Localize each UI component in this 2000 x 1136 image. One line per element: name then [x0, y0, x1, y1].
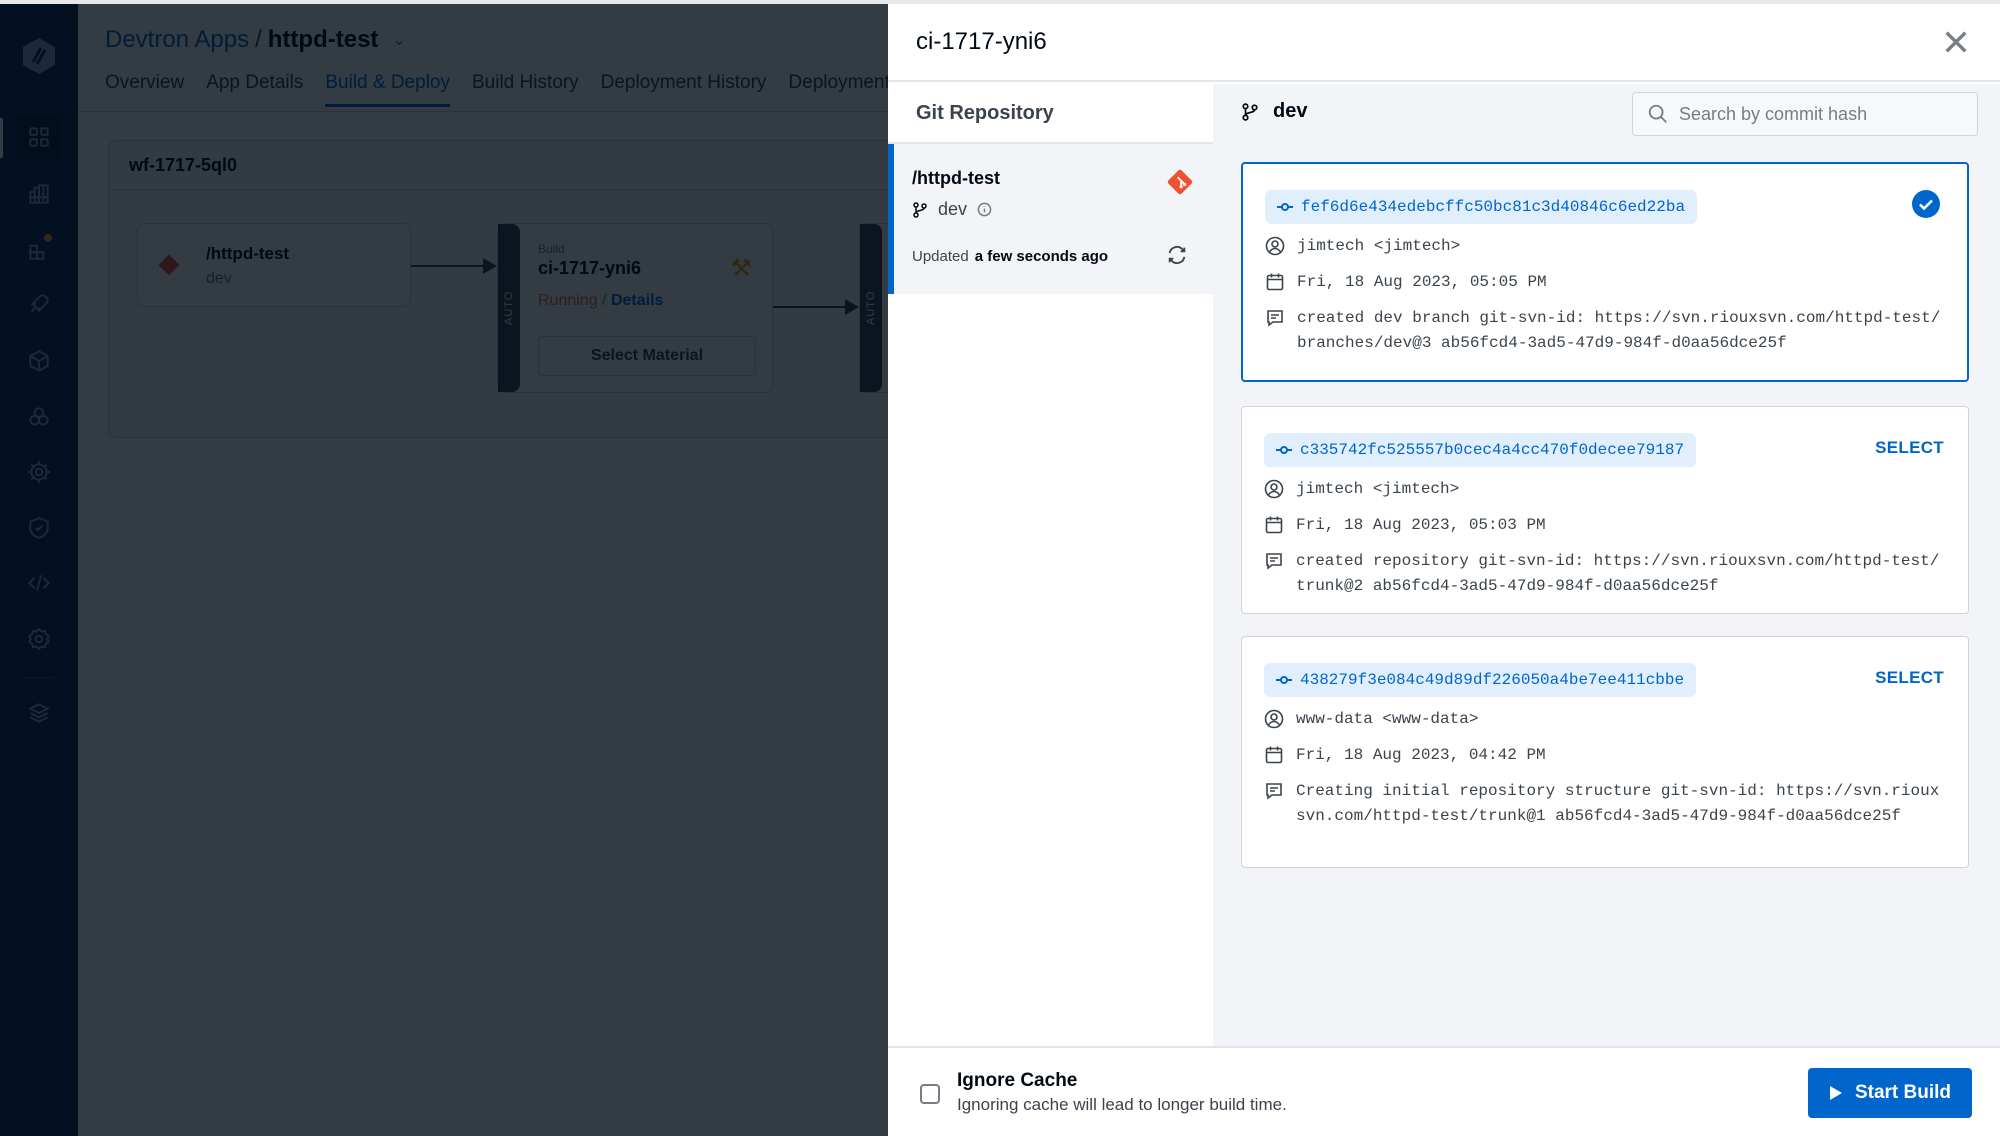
commit-card[interactable]: 438279f3e084c49d89df226050a4be7ee411cbbe… — [1241, 636, 1969, 868]
commit-message-row: created repository git-svn-id: https://s… — [1264, 549, 1946, 599]
ignore-cache-description: Ignoring cache will lead to longer build… — [957, 1095, 1287, 1114]
select-commit-button[interactable]: SELECT — [1875, 438, 1944, 458]
close-icon[interactable] — [1940, 26, 1972, 58]
commit-date: Fri, 18 Aug 2023, 05:05 PM — [1297, 273, 1547, 291]
user-icon — [1264, 709, 1284, 729]
commit-author: jimtech <jimtech> — [1296, 480, 1460, 498]
branch-icon — [1242, 102, 1258, 121]
start-build-label: Start Build — [1854, 1082, 1952, 1103]
commit-hash-badge[interactable]: fef6d6e434edebcffc50bc81c3d40846c6ed22ba — [1265, 190, 1698, 224]
selected-branch: dev — [1241, 100, 1307, 123]
message-icon — [1266, 783, 1282, 800]
calendar-icon — [1265, 746, 1283, 764]
commit-card[interactable]: fef6d6e434edebcffc50bc81c3d40846c6ed22ba… — [1241, 162, 1969, 382]
commit-icon — [1276, 676, 1292, 684]
message-icon — [1267, 310, 1283, 327]
commit-list-header: dev — [1213, 84, 2000, 142]
calendar-icon — [1265, 516, 1283, 534]
commit-author: jimtech <jimtech> — [1297, 237, 1461, 255]
message-icon — [1266, 553, 1282, 570]
play-icon — [1829, 1086, 1842, 1100]
selected-check-icon — [1912, 190, 1940, 218]
repo-branch-name: dev — [938, 199, 968, 219]
commit-search-box[interactable] — [1632, 92, 1978, 136]
search-icon — [1648, 104, 1667, 123]
commit-message-row: created dev branch git-svn-id: https://s… — [1265, 306, 1945, 356]
info-icon[interactable] — [977, 202, 992, 217]
git-logo-icon — [1167, 169, 1193, 195]
refresh-icon[interactable] — [1166, 244, 1188, 266]
commit-message: created repository git-svn-id: https://s… — [1296, 552, 1940, 595]
calendar-icon — [1266, 273, 1284, 291]
commit-date-row: Fri, 18 Aug 2023, 05:03 PM — [1264, 513, 1946, 538]
commit-hash: fef6d6e434edebcffc50bc81c3d40846c6ed22ba — [1301, 198, 1686, 216]
ignore-cache-label[interactable]: Ignore Cache — [957, 1070, 1077, 1092]
updated-value: a few seconds ago — [974, 248, 1109, 265]
commit-message: created dev branch git-svn-id: https://s… — [1297, 309, 1941, 352]
commit-author-row: jimtech <jimtech> — [1264, 477, 1946, 502]
commit-date-row: Fri, 18 Aug 2023, 05:05 PM — [1265, 270, 1945, 295]
commit-search-input[interactable] — [1679, 103, 1969, 125]
modal-title: ci-1717-yni6 — [916, 28, 1047, 55]
repo-item[interactable]: /httpd-test dev Updated a few seconds ago — [888, 144, 1213, 294]
commit-hash: c335742fc525557b0cec4a4cc470f0decee79187 — [1300, 441, 1685, 459]
commit-icon — [1277, 203, 1293, 211]
modal-header: ci-1717-yni6 — [888, 4, 2000, 82]
updated-label: Updated — [912, 248, 969, 265]
commit-hash-badge[interactable]: c335742fc525557b0cec4a4cc470f0decee79187 — [1264, 433, 1697, 467]
commit-author: www-data <www-data> — [1296, 710, 1479, 728]
commit-message: Creating initial repository structure gi… — [1296, 782, 1940, 825]
modal-footer: Ignore Cache Ignoring cache will lead to… — [888, 1046, 2000, 1136]
select-material-modal: ci-1717-yni6 Git Repository /httpd-test … — [888, 4, 2000, 1136]
screen: Devtron Apps / httpd-test ⌄ Overview App… — [0, 0, 2000, 1136]
repo-branch: dev — [912, 199, 992, 220]
repo-name: /httpd-test — [912, 168, 1000, 188]
commit-date-row: Fri, 18 Aug 2023, 04:42 PM — [1264, 743, 1946, 768]
branch-icon — [913, 201, 927, 218]
git-repository-heading: Git Repository — [888, 84, 1213, 144]
commit-author-row: www-data <www-data> — [1264, 707, 1946, 732]
commit-hash-badge[interactable]: 438279f3e084c49d89df226050a4be7ee411cbbe — [1264, 663, 1697, 697]
user-icon — [1264, 479, 1284, 499]
commit-author-row: jimtech <jimtech> — [1265, 234, 1945, 259]
repo-updated: Updated a few seconds ago — [912, 248, 1108, 265]
commit-date: Fri, 18 Aug 2023, 05:03 PM — [1296, 516, 1546, 534]
user-icon — [1265, 236, 1285, 256]
git-repository-panel: Git Repository /httpd-test dev Updated a … — [888, 84, 1213, 1046]
commit-date: Fri, 18 Aug 2023, 04:42 PM — [1296, 746, 1546, 764]
commit-card[interactable]: c335742fc525557b0cec4a4cc470f0decee79187… — [1241, 406, 1969, 614]
selected-branch-name: dev — [1273, 100, 1308, 122]
commit-hash: 438279f3e084c49d89df226050a4be7ee411cbbe — [1300, 671, 1685, 689]
ignore-cache-checkbox[interactable] — [920, 1084, 940, 1104]
commit-list-panel: dev fef6d6e434edebcffc50bc81c3d40846c6ed… — [1213, 84, 2000, 1046]
select-commit-button[interactable]: SELECT — [1875, 668, 1944, 688]
commit-message-row: Creating initial repository structure gi… — [1264, 779, 1946, 829]
commit-icon — [1276, 446, 1292, 454]
start-build-button[interactable]: Start Build — [1808, 1068, 1972, 1118]
